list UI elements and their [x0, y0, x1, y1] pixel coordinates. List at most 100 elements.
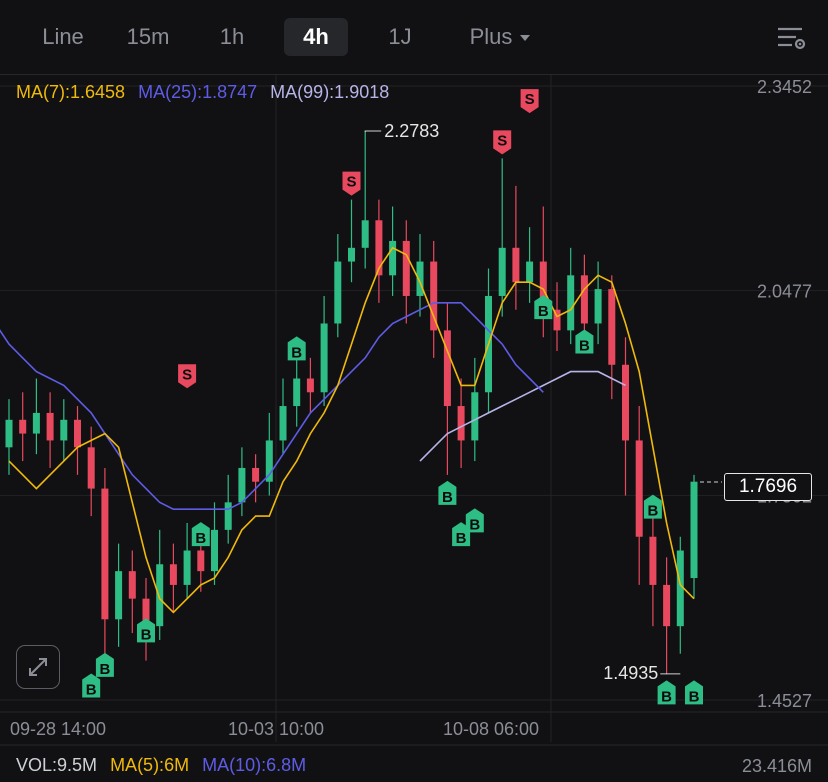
- buy-badge-label: B: [141, 626, 152, 643]
- vol-value: VOL:9.5M: [16, 755, 98, 775]
- buy-badge-label: B: [579, 337, 590, 354]
- y-tick-label: 2.0477: [757, 282, 812, 302]
- candle-body: [663, 584, 671, 627]
- candle-body: [690, 481, 698, 579]
- candle-body: [334, 261, 342, 324]
- candle: [115, 543, 123, 647]
- sell-signal-badge: S: [520, 89, 539, 114]
- candle-body: [252, 467, 260, 482]
- buy-badge-label: B: [442, 489, 453, 506]
- x-tick-label: 09-28 14:00: [10, 719, 106, 739]
- candle-body: [128, 571, 136, 599]
- candle: [471, 357, 479, 462]
- candle: [635, 406, 643, 585]
- candle: [320, 295, 328, 407]
- candle: [649, 509, 657, 627]
- caret-down-icon: [520, 35, 531, 42]
- sell-badge-label: S: [525, 91, 535, 108]
- candle-body: [224, 502, 232, 530]
- buy-signal-badge: B: [438, 480, 457, 506]
- candle-body: [115, 571, 123, 620]
- candlestick-chart[interactable]: SSSSBBBBBBBBBBBB B2.27831.49352.34522.047…: [0, 0, 828, 782]
- candle-body: [402, 240, 410, 296]
- candle: [74, 406, 81, 475]
- buy-badge-label: B: [661, 688, 672, 705]
- candle-body: [279, 406, 287, 441]
- candle-body: [5, 419, 13, 448]
- sell-signal-badge: S: [342, 171, 361, 196]
- ma7-legend: MA(7):1.6458: [16, 82, 126, 102]
- candle: [498, 158, 506, 317]
- candle-body: [211, 529, 218, 572]
- candle: [211, 502, 218, 585]
- candle: [594, 261, 602, 345]
- tab-1h[interactable]: 1h: [204, 18, 260, 56]
- candle-body: [348, 247, 355, 262]
- buy-badge-label: B: [469, 516, 480, 533]
- tab-1j[interactable]: 1J: [372, 18, 428, 56]
- candle-body: [183, 550, 191, 585]
- candle-body: [457, 406, 465, 441]
- buy-badge-label: B: [99, 661, 110, 678]
- candle-body: [471, 392, 479, 441]
- candle-body: [389, 240, 397, 276]
- candle: [265, 412, 273, 496]
- candle: [306, 357, 314, 413]
- candle-body: [635, 440, 643, 537]
- tab-4h[interactable]: 4h: [284, 18, 348, 56]
- candle: [169, 543, 177, 613]
- chart-settings-icon[interactable]: [776, 24, 806, 52]
- buy-badge-label: B: [291, 344, 302, 361]
- y-tick-label: 2.3452: [757, 77, 812, 97]
- candle: [183, 522, 191, 599]
- buy-signal-badge: B: [82, 673, 101, 698]
- buy-signal-badge: B: [287, 336, 306, 361]
- buy-badge-label: B: [689, 688, 700, 705]
- buy-signal-badge: B: [657, 680, 676, 705]
- candle: [19, 392, 27, 462]
- candle-body: [46, 412, 54, 441]
- candle: [101, 467, 109, 668]
- candle-body: [238, 467, 246, 503]
- candle: [279, 378, 287, 455]
- candle: [348, 199, 355, 283]
- candle-body: [526, 261, 534, 283]
- current-price-tag: 1.7696: [724, 473, 812, 501]
- candle: [334, 234, 342, 338]
- vol-ma5: MA(5):6M: [110, 755, 190, 775]
- candle: [60, 399, 68, 462]
- expand-button[interactable]: [16, 645, 60, 689]
- candle-body: [306, 378, 314, 393]
- buy-badge-label: B: [456, 530, 467, 547]
- candle-body: [361, 220, 369, 248]
- candle-body: [19, 419, 27, 434]
- candle-body: [60, 419, 68, 441]
- candle-body: [512, 247, 520, 283]
- candle-body: [580, 275, 588, 324]
- ma25-legend: MA(25):1.8747: [138, 82, 258, 102]
- candle: [485, 268, 492, 413]
- candle: [361, 130, 369, 269]
- x-tick-label: 10-03 10:00: [228, 719, 324, 739]
- candle: [676, 536, 684, 654]
- tab-plus[interactable]: Plus: [456, 18, 544, 56]
- candle: [375, 199, 383, 303]
- ma99-legend: MA(99):1.9018: [270, 82, 390, 102]
- buy-signal-badge: B: [685, 680, 703, 705]
- tab-plus-label: Plus: [469, 24, 513, 49]
- vol-ma10: MA(10):6.8M: [202, 755, 307, 775]
- candle-body: [622, 364, 629, 441]
- expand-arrows-icon: [29, 658, 47, 676]
- buy-signal-badge: B: [643, 494, 662, 520]
- candle: [567, 247, 575, 345]
- candle-body: [594, 289, 602, 324]
- candle-body: [608, 289, 616, 365]
- candle: [32, 378, 40, 455]
- candle-body: [32, 412, 40, 434]
- volume-axis-label: 23.416M: [742, 756, 812, 776]
- candle-body: [101, 488, 109, 620]
- candle: [293, 357, 301, 427]
- tab-15m[interactable]: 15m: [112, 18, 184, 56]
- buy-signal-badge: B: [534, 295, 553, 320]
- tab-line[interactable]: Line: [28, 18, 98, 56]
